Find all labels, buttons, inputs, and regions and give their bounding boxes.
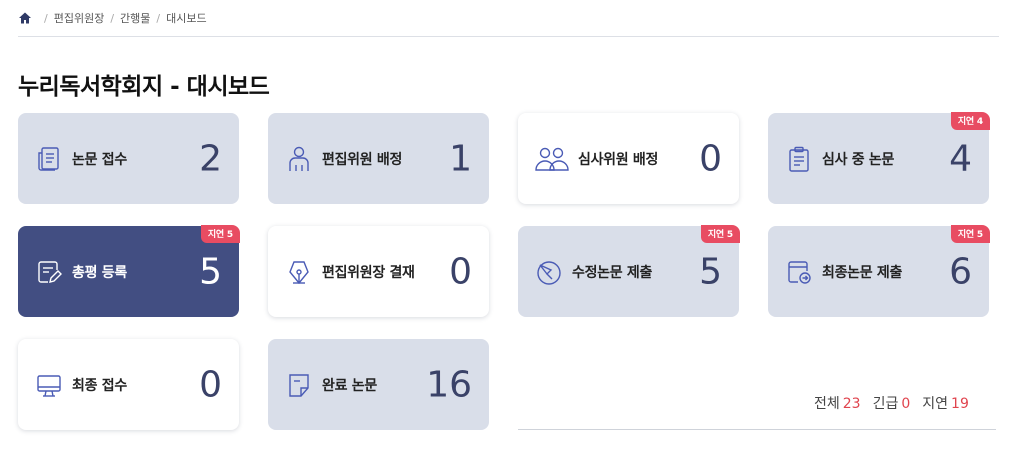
home-icon[interactable] (18, 11, 32, 25)
card-paper-received[interactable]: 논문 접수 2 (18, 113, 239, 204)
breadcrumb-separator: / (156, 11, 161, 25)
card-completed-papers[interactable]: 완료 논문 16 (268, 339, 489, 430)
delay-badge: 지연 5 (200, 225, 240, 243)
card-count: 0 (199, 364, 222, 405)
card-label: 편집위원 배정 (322, 151, 403, 168)
breadcrumb-item-publication[interactable]: 간행물 (120, 10, 150, 26)
card-count: 16 (426, 364, 472, 405)
card-label: 심사위원 배정 (578, 151, 659, 168)
card-label: 최종 접수 (72, 377, 127, 394)
card-label: 최종논문 제출 (822, 264, 903, 281)
delay-badge: 지연 5 (700, 225, 740, 243)
card-label: 심사 중 논문 (822, 151, 895, 168)
summary-urgent-value: 0 (901, 396, 911, 412)
card-chief-approval[interactable]: 편집위원장 결재 0 (268, 226, 489, 317)
summary-delay: 지연 19 (922, 396, 969, 412)
person-icon (284, 144, 314, 174)
people-group-icon (534, 144, 570, 174)
summary-total: 전체 23 (814, 396, 861, 412)
card-label: 완료 논문 (322, 377, 377, 394)
card-count: 1 (449, 138, 472, 179)
pencil-circle-icon (534, 257, 564, 287)
breadcrumb-item-editor-in-chief[interactable]: 편집위원장 (54, 10, 105, 26)
card-final-submission[interactable]: 최종논문 제출 6 지연 5 (768, 225, 990, 317)
document-edit-icon (34, 257, 64, 287)
card-label: 수정논문 제출 (572, 264, 653, 281)
document-arrow-icon (784, 257, 814, 287)
card-under-review[interactable]: 심사 중 논문 4 지연 4 (768, 112, 990, 204)
page-title: 누리독서학회지 - 대시보드 (18, 74, 270, 100)
note-icon (284, 370, 314, 400)
card-label: 논문 접수 (72, 151, 127, 168)
card-count: 5 (199, 251, 222, 292)
card-count: 4 (949, 138, 972, 179)
delay-badge: 지연 4 (950, 112, 990, 130)
card-count: 2 (199, 138, 222, 179)
pen-nib-icon (284, 257, 314, 287)
breadcrumb-separator: / (110, 11, 115, 25)
card-revised-submission[interactable]: 수정논문 제출 5 지연 5 (518, 225, 740, 317)
card-label: 총평 등록 (72, 264, 127, 281)
card-count: 0 (699, 138, 722, 179)
summary-delay-value: 19 (951, 396, 969, 412)
card-summary-review[interactable]: 총평 등록 5 지연 5 (18, 225, 240, 317)
card-count: 0 (449, 251, 472, 292)
summary-total-value: 23 (842, 396, 861, 412)
card-count: 5 (699, 251, 722, 292)
card-editor-assignment[interactable]: 편집위원 배정 1 (268, 113, 489, 204)
breadcrumb-divider (18, 36, 999, 37)
status-summary: 전체 23 긴급 0 지연 19 (814, 393, 969, 413)
card-final-received[interactable]: 최종 접수 0 (18, 339, 239, 430)
summary-urgent: 긴급 0 (872, 396, 911, 412)
card-label: 편집위원장 결재 (322, 264, 415, 281)
summary-divider (518, 429, 996, 430)
card-count: 6 (949, 251, 972, 292)
monitor-icon (34, 370, 64, 400)
delay-badge: 지연 5 (950, 225, 990, 243)
breadcrumb-item-dashboard: 대시보드 (166, 12, 207, 25)
card-reviewer-assignment[interactable]: 심사위원 배정 0 (518, 113, 739, 204)
breadcrumb-separator: / (44, 11, 48, 25)
breadcrumb: / 편집위원장 / 간행물 / 대시보드 (18, 9, 207, 27)
document-list-icon (34, 144, 64, 174)
clipboard-icon (784, 144, 814, 174)
